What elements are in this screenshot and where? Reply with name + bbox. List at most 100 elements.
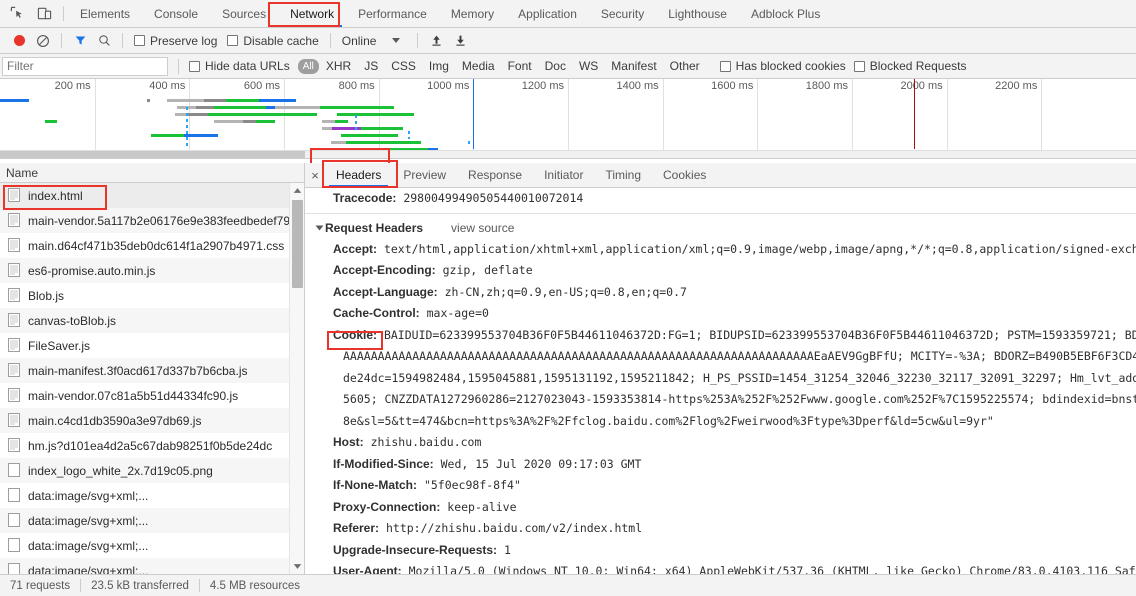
overview-scrollbar-thumb[interactable] (0, 151, 305, 159)
has-blocked-cookies-checkbox[interactable]: Has blocked cookies (716, 59, 850, 73)
blocked-requests-label: Blocked Requests (870, 59, 967, 73)
detail-tab-headers[interactable]: Headers (325, 163, 392, 187)
header-key: Accept: (333, 242, 377, 256)
type-filter-xhr[interactable]: XHR (320, 58, 357, 74)
type-filter-media[interactable]: Media (456, 58, 501, 74)
inspect-element-icon[interactable] (8, 5, 26, 23)
controls-divider-4 (417, 33, 418, 48)
type-filter-manifest[interactable]: Manifest (605, 58, 662, 74)
request-row[interactable]: canvas-toBlob.js (0, 308, 304, 333)
type-filter-all[interactable]: All (298, 59, 319, 74)
type-filter-css[interactable]: CSS (385, 58, 422, 74)
type-filter-js[interactable]: JS (358, 58, 384, 74)
search-icon[interactable] (93, 30, 115, 52)
header-key: Cache-Control: (333, 306, 420, 320)
record-button[interactable] (8, 30, 30, 52)
image-icon (8, 513, 21, 528)
request-row[interactable]: index_logo_white_2x.7d19c05.png (0, 458, 304, 483)
script-icon (8, 413, 21, 428)
request-row[interactable]: data:image/svg+xml;... (0, 483, 304, 508)
timeline-request-bar (346, 141, 422, 144)
script-icon (8, 388, 21, 403)
blocked-requests-checkbox[interactable]: Blocked Requests (850, 59, 971, 73)
tab-adblock-plus[interactable]: Adblock Plus (739, 0, 832, 27)
header-value: zh-CN,zh;q=0.9,en-US;q=0.8,en;q=0.7 (445, 285, 687, 299)
request-headers-section[interactable]: Request Headers view source (305, 217, 1136, 239)
preserve-log-label: Preserve log (150, 34, 217, 48)
chevron-down-icon[interactable] (316, 225, 324, 230)
request-name: FileSaver.js (28, 339, 90, 353)
timeline-tick-label: 600 ms (244, 80, 284, 92)
disable-cache-label: Disable cache (243, 34, 318, 48)
type-filter-other[interactable]: Other (664, 58, 706, 74)
request-list[interactable]: index.htmlmain-vendor.5a117b2e06176e9e38… (0, 183, 304, 574)
detail-tab-response[interactable]: Response (457, 163, 533, 187)
request-row[interactable]: FileSaver.js (0, 333, 304, 358)
chevron-down-icon[interactable] (392, 38, 400, 43)
request-list-header[interactable]: Name (0, 163, 304, 183)
detail-tab-initiator[interactable]: Initiator (533, 163, 594, 187)
type-filter-font[interactable]: Font (502, 58, 538, 74)
request-name: main.c4cd1db3590a3e97db69.js (28, 414, 201, 428)
export-har-icon[interactable] (449, 30, 471, 52)
tab-performance[interactable]: Performance (346, 0, 439, 27)
tab-memory[interactable]: Memory (439, 0, 506, 27)
tab-lighthouse[interactable]: Lighthouse (656, 0, 739, 27)
tab-security[interactable]: Security (589, 0, 656, 27)
scrollbar-thumb[interactable] (292, 200, 303, 288)
request-row[interactable]: es6-promise.auto.min.js (0, 258, 304, 283)
scroll-up-arrow-icon[interactable] (290, 183, 304, 198)
device-toolbar-icon[interactable] (35, 5, 53, 23)
request-row[interactable]: main-manifest.3f0acd617d337b7b6cba.js (0, 358, 304, 383)
tab-elements[interactable]: Elements (68, 0, 142, 27)
type-filter-ws[interactable]: WS (573, 58, 604, 74)
tab-network[interactable]: Network (278, 0, 346, 27)
request-row[interactable]: Blob.js (0, 283, 304, 308)
headers-body[interactable]: Tracecode: 29800499490505440010072014 Re… (305, 188, 1136, 574)
timeline-marker (355, 115, 357, 133)
timeline-gridline (663, 79, 664, 158)
filter-input[interactable] (2, 57, 168, 76)
detail-tab-cookies[interactable]: Cookies (652, 163, 717, 187)
header-line: Accept-Language: zh-CN,zh;q=0.9,en-US;q=… (305, 282, 1136, 304)
view-source-link[interactable]: view source (451, 217, 514, 239)
overview-scrollbar[interactable] (0, 150, 1136, 158)
disable-cache-checkbox[interactable]: Disable cache (223, 34, 322, 48)
header-line: Proxy-Connection: keep-alive (305, 497, 1136, 519)
detail-tab-timing[interactable]: Timing (594, 163, 652, 187)
timeline-gridline (95, 79, 96, 158)
request-row[interactable]: main.d64cf471b35deb0dc614f1a2907b4971.cs… (0, 233, 304, 258)
request-row[interactable]: main.c4cd1db3590a3e97db69.js (0, 408, 304, 433)
close-icon[interactable]: × (305, 163, 325, 187)
detail-divider (305, 213, 1136, 214)
tab-sources[interactable]: Sources (210, 0, 278, 27)
request-row[interactable]: hm.js?d101ea4d2a5c67dab98251f0b5de24dc (0, 433, 304, 458)
header-key: Upgrade-Insecure-Requests: (333, 543, 497, 557)
header-line: Host: zhishu.baidu.com (305, 432, 1136, 454)
request-row[interactable]: data:image/svg+xml;... (0, 508, 304, 533)
preserve-log-checkbox[interactable]: Preserve log (130, 34, 221, 48)
network-overview-timeline[interactable]: 200 ms400 ms600 ms800 ms1000 ms1200 ms14… (0, 79, 1136, 159)
request-row[interactable]: data:image/svg+xml;... (0, 558, 304, 574)
header-value: text/html,application/xhtml+xml,applicat… (384, 242, 1136, 256)
import-har-icon[interactable] (425, 30, 447, 52)
header-value: gzip, deflate (443, 263, 533, 277)
tab-application[interactable]: Application (506, 0, 589, 27)
throttling-select[interactable]: Online (338, 34, 381, 48)
request-row[interactable]: data:image/svg+xml;... (0, 533, 304, 558)
clear-button[interactable] (32, 30, 54, 52)
filter-toggle-icon[interactable] (69, 30, 91, 52)
timeline-tick-label: 400 ms (149, 80, 189, 92)
tab-console[interactable]: Console (142, 0, 210, 27)
type-filter-doc[interactable]: Doc (539, 58, 572, 74)
request-row[interactable]: index.html (0, 183, 304, 208)
timeline-event-line-domcontentloaded (473, 79, 474, 149)
panel-tabs: ElementsConsoleSourcesNetworkPerformance… (68, 0, 832, 27)
request-list-scrollbar[interactable] (289, 183, 304, 574)
request-row[interactable]: main-vendor.07c81a5b51d44334fc90.js (0, 383, 304, 408)
type-filter-img[interactable]: Img (423, 58, 455, 74)
scroll-down-arrow-icon[interactable] (290, 559, 304, 574)
detail-tab-preview[interactable]: Preview (392, 163, 457, 187)
hide-data-urls-checkbox[interactable]: Hide data URLs (185, 59, 294, 73)
request-row[interactable]: main-vendor.5a117b2e06176e9e383feedbedef… (0, 208, 304, 233)
